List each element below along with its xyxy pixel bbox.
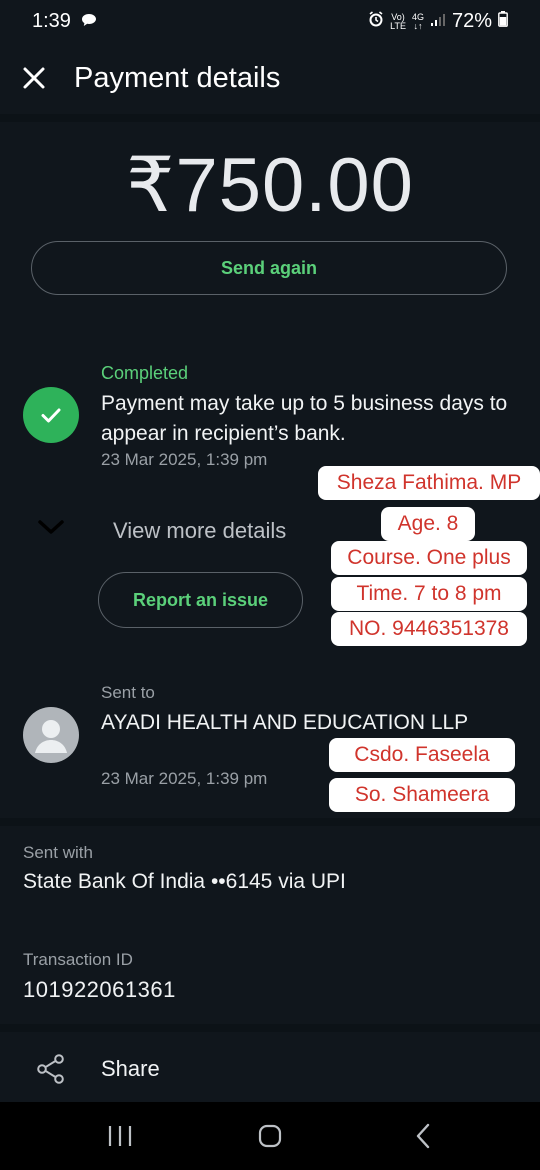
report-issue-button[interactable]: Report an issue	[98, 572, 303, 628]
home-button[interactable]	[250, 1120, 290, 1152]
close-icon	[23, 67, 45, 89]
note-time: Time. 7 to 8 pm	[331, 577, 527, 611]
note-course: Course. One plus	[331, 541, 527, 575]
battery-icon	[498, 10, 508, 33]
network-type: 4G ↓↑	[412, 12, 424, 31]
network-type-bottom: ↓↑	[413, 20, 423, 31]
chat-bubble-icon	[81, 10, 97, 33]
recent-apps-icon	[108, 1126, 132, 1146]
section-divider	[0, 1024, 540, 1032]
alarm-icon	[368, 10, 384, 33]
note-name: Sheza Fathima. MP	[318, 466, 540, 500]
transaction-id-label: Transaction ID	[23, 950, 133, 969]
share-icon[interactable]	[36, 1053, 66, 1085]
status-icons: Vo) LTE 4G ↓↑ 72%	[368, 10, 508, 33]
sent-with-value: State Bank Of India ••6145 via UPI	[23, 870, 346, 893]
volte-bottom: LTE	[390, 20, 406, 31]
chevron-down-icon	[38, 520, 64, 534]
status-label: Completed	[101, 363, 189, 383]
battery-percent: 72%	[451, 10, 492, 32]
avatar	[23, 707, 79, 763]
transaction-id-value: 101922061361	[23, 977, 176, 1002]
note-so: So. Shameera	[329, 778, 515, 812]
status-time: 1:39	[32, 10, 97, 33]
view-more-details-link[interactable]: View more details	[113, 518, 286, 544]
recipient-name: AYADI HEALTH AND EDUCATION LLP	[101, 711, 469, 734]
header-divider	[0, 114, 540, 122]
status-date: 23 Mar 2025, 1:39 pm	[101, 450, 268, 469]
person-icon	[35, 720, 67, 753]
note-csdo: Csdo. Faseela	[329, 738, 515, 772]
sent-to-label: Sent to	[101, 683, 155, 702]
payment-amount: ₹750.00	[126, 143, 414, 228]
share-button[interactable]: Share	[101, 1056, 160, 1082]
send-again-button[interactable]: Send again	[31, 241, 507, 295]
recipient-date: 23 Mar 2025, 1:39 pm	[101, 769, 268, 788]
section-divider	[0, 818, 540, 826]
success-check-icon	[23, 387, 79, 443]
status-time-text: 1:39	[32, 10, 71, 32]
recent-apps-button[interactable]	[100, 1120, 140, 1152]
back-button[interactable]	[402, 1120, 442, 1152]
note-phone: NO. 9446351378	[331, 612, 527, 646]
expand-details-button[interactable]	[35, 515, 67, 539]
home-icon	[258, 1124, 282, 1148]
note-age: Age. 8	[381, 507, 475, 541]
signal-icon	[430, 10, 446, 33]
status-message: Payment may take up to 5 business days t…	[101, 392, 508, 445]
back-icon	[416, 1123, 430, 1149]
close-button[interactable]	[20, 64, 48, 92]
volte-indicator: Vo) LTE	[390, 12, 406, 31]
page-title: Payment details	[74, 62, 281, 94]
sent-with-label: Sent with	[23, 843, 93, 862]
